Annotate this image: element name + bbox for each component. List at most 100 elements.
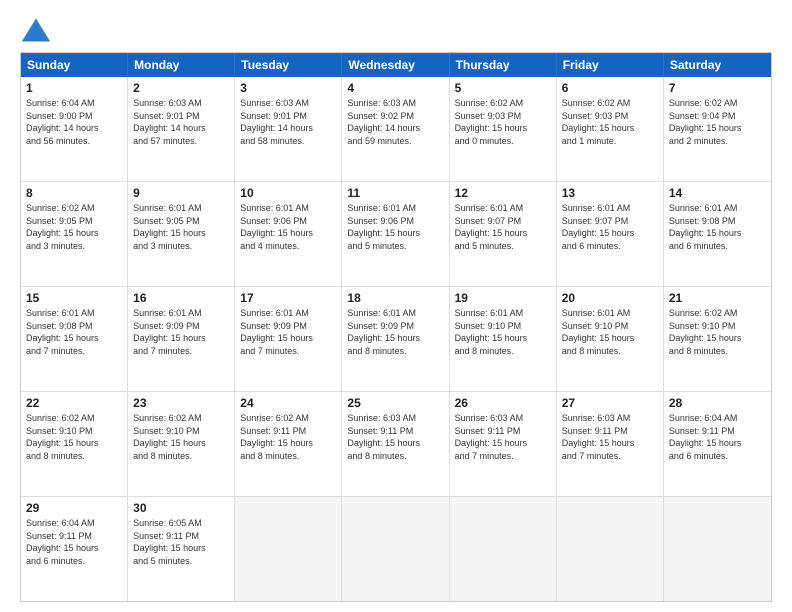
- calendar-cell: [557, 497, 664, 601]
- day-number: 3: [240, 81, 336, 95]
- calendar-cell: 13 Sunrise: 6:01 AMSunset: 9:07 PMDayligh…: [557, 182, 664, 286]
- day-number: 2: [133, 81, 229, 95]
- cell-info: Sunrise: 6:01 AMSunset: 9:05 PMDaylight:…: [133, 202, 229, 252]
- calendar-cell: [342, 497, 449, 601]
- calendar-cell: 24 Sunrise: 6:02 AMSunset: 9:11 PMDayligh…: [235, 392, 342, 496]
- cell-info: Sunrise: 6:01 AMSunset: 9:09 PMDaylight:…: [240, 307, 336, 357]
- calendar-cell: 16Sunrise: 6:01 AMSunset: 9:09 PMDayligh…: [128, 287, 235, 391]
- cell-info: Sunrise: 6:02 AMSunset: 9:10 PMDaylight:…: [669, 307, 766, 357]
- calendar-cell: 11 Sunrise: 6:01 AMSunset: 9:06 PMDayligh…: [342, 182, 449, 286]
- calendar-row: 8 Sunrise: 6:02 AMSunset: 9:05 PMDaylight…: [21, 182, 771, 287]
- cell-info: Sunrise: 6:01 AMSunset: 9:09 PMDaylight:…: [347, 307, 443, 357]
- day-number: 29: [26, 501, 122, 515]
- weekday-header: Saturday: [664, 53, 771, 77]
- cell-info: Sunrise: 6:02 AMSunset: 9:03 PMDaylight:…: [562, 97, 658, 147]
- day-number: 12: [455, 186, 551, 200]
- weekday-header: Monday: [128, 53, 235, 77]
- calendar-cell: 26 Sunrise: 6:03 AMSunset: 9:11 PMDayligh…: [450, 392, 557, 496]
- logo-icon: [20, 16, 52, 44]
- calendar-cell: 22 Sunrise: 6:02 AMSunset: 9:10 PMDayligh…: [21, 392, 128, 496]
- day-number: 11: [347, 186, 443, 200]
- day-number: 24: [240, 396, 336, 410]
- day-number: 15: [26, 291, 122, 305]
- cell-info: Sunrise: 6:01 AMSunset: 9:06 PMDaylight:…: [240, 202, 336, 252]
- calendar-row: 1Sunrise: 6:04 AMSunset: 9:00 PMDaylight…: [21, 77, 771, 182]
- calendar-cell: 5 Sunrise: 6:02 AMSunset: 9:03 PMDaylight…: [450, 77, 557, 181]
- cell-info: Sunrise: 6:01 AMSunset: 9:08 PMDaylight:…: [26, 307, 122, 357]
- cell-info: Sunrise: 6:04 AMSunset: 9:11 PMDaylight:…: [26, 517, 122, 567]
- cell-info: Sunrise: 6:02 AMSunset: 9:03 PMDaylight:…: [455, 97, 551, 147]
- calendar-cell: [235, 497, 342, 601]
- calendar-cell: 6 Sunrise: 6:02 AMSunset: 9:03 PMDaylight…: [557, 77, 664, 181]
- calendar-cell: [450, 497, 557, 601]
- header: [20, 16, 772, 44]
- day-number: 10: [240, 186, 336, 200]
- calendar: SundayMondayTuesdayWednesdayThursdayFrid…: [20, 52, 772, 602]
- day-number: 6: [562, 81, 658, 95]
- calendar-cell: 9 Sunrise: 6:01 AMSunset: 9:05 PMDaylight…: [128, 182, 235, 286]
- cell-info: Sunrise: 6:03 AMSunset: 9:01 PMDaylight:…: [240, 97, 336, 147]
- day-number: 30: [133, 501, 229, 515]
- calendar-cell: 12 Sunrise: 6:01 AMSunset: 9:07 PMDayligh…: [450, 182, 557, 286]
- calendar-cell: 4Sunrise: 6:03 AMSunset: 9:02 PMDaylight…: [342, 77, 449, 181]
- weekday-header: Tuesday: [235, 53, 342, 77]
- calendar-row: 15 Sunrise: 6:01 AMSunset: 9:08 PMDayligh…: [21, 287, 771, 392]
- calendar-cell: 15 Sunrise: 6:01 AMSunset: 9:08 PMDayligh…: [21, 287, 128, 391]
- calendar-cell: 10 Sunrise: 6:01 AMSunset: 9:06 PMDayligh…: [235, 182, 342, 286]
- calendar-cell: 30 Sunrise: 6:05 AMSunset: 9:11 PMDayligh…: [128, 497, 235, 601]
- page: SundayMondayTuesdayWednesdayThursdayFrid…: [0, 0, 792, 612]
- calendar-cell: 29 Sunrise: 6:04 AMSunset: 9:11 PMDayligh…: [21, 497, 128, 601]
- weekday-header: Sunday: [21, 53, 128, 77]
- cell-info: Sunrise: 6:03 AMSunset: 9:11 PMDaylight:…: [455, 412, 551, 462]
- cell-info: Sunrise: 6:02 AMSunset: 9:11 PMDaylight:…: [240, 412, 336, 462]
- cell-info: Sunrise: 6:01 AMSunset: 9:07 PMDaylight:…: [562, 202, 658, 252]
- calendar-cell: 18Sunrise: 6:01 AMSunset: 9:09 PMDayligh…: [342, 287, 449, 391]
- cell-info: Sunrise: 6:01 AMSunset: 9:08 PMDaylight:…: [669, 202, 766, 252]
- calendar-cell: 8 Sunrise: 6:02 AMSunset: 9:05 PMDaylight…: [21, 182, 128, 286]
- day-number: 28: [669, 396, 766, 410]
- day-number: 13: [562, 186, 658, 200]
- day-number: 9: [133, 186, 229, 200]
- day-number: 4: [347, 81, 443, 95]
- calendar-header: SundayMondayTuesdayWednesdayThursdayFrid…: [21, 53, 771, 77]
- calendar-cell: 20 Sunrise: 6:01 AMSunset: 9:10 PMDayligh…: [557, 287, 664, 391]
- day-number: 19: [455, 291, 551, 305]
- calendar-row: 22 Sunrise: 6:02 AMSunset: 9:10 PMDayligh…: [21, 392, 771, 497]
- calendar-cell: 28Sunrise: 6:04 AMSunset: 9:11 PMDayligh…: [664, 392, 771, 496]
- calendar-cell: 3 Sunrise: 6:03 AMSunset: 9:01 PMDaylight…: [235, 77, 342, 181]
- cell-info: Sunrise: 6:01 AMSunset: 9:10 PMDaylight:…: [455, 307, 551, 357]
- day-number: 21: [669, 291, 766, 305]
- day-number: 22: [26, 396, 122, 410]
- logo: [20, 16, 56, 44]
- cell-info: Sunrise: 6:03 AMSunset: 9:11 PMDaylight:…: [347, 412, 443, 462]
- cell-info: Sunrise: 6:01 AMSunset: 9:06 PMDaylight:…: [347, 202, 443, 252]
- calendar-cell: 27 Sunrise: 6:03 AMSunset: 9:11 PMDayligh…: [557, 392, 664, 496]
- calendar-row: 29 Sunrise: 6:04 AMSunset: 9:11 PMDayligh…: [21, 497, 771, 601]
- cell-info: Sunrise: 6:03 AMSunset: 9:11 PMDaylight:…: [562, 412, 658, 462]
- cell-info: Sunrise: 6:02 AMSunset: 9:05 PMDaylight:…: [26, 202, 122, 252]
- calendar-body: 1Sunrise: 6:04 AMSunset: 9:00 PMDaylight…: [21, 77, 771, 601]
- calendar-cell: 7Sunrise: 6:02 AMSunset: 9:04 PMDaylight…: [664, 77, 771, 181]
- calendar-cell: 23 Sunrise: 6:02 AMSunset: 9:10 PMDayligh…: [128, 392, 235, 496]
- weekday-header: Wednesday: [342, 53, 449, 77]
- cell-info: Sunrise: 6:03 AMSunset: 9:01 PMDaylight:…: [133, 97, 229, 147]
- weekday-header: Friday: [557, 53, 664, 77]
- day-number: 26: [455, 396, 551, 410]
- day-number: 23: [133, 396, 229, 410]
- cell-info: Sunrise: 6:05 AMSunset: 9:11 PMDaylight:…: [133, 517, 229, 567]
- cell-info: Sunrise: 6:02 AMSunset: 9:10 PMDaylight:…: [26, 412, 122, 462]
- day-number: 25: [347, 396, 443, 410]
- day-number: 5: [455, 81, 551, 95]
- day-number: 17: [240, 291, 336, 305]
- day-number: 8: [26, 186, 122, 200]
- cell-info: Sunrise: 6:01 AMSunset: 9:10 PMDaylight:…: [562, 307, 658, 357]
- day-number: 27: [562, 396, 658, 410]
- day-number: 16: [133, 291, 229, 305]
- day-number: 1: [26, 81, 122, 95]
- day-number: 20: [562, 291, 658, 305]
- calendar-cell: [664, 497, 771, 601]
- cell-info: Sunrise: 6:02 AMSunset: 9:10 PMDaylight:…: [133, 412, 229, 462]
- calendar-cell: 1Sunrise: 6:04 AMSunset: 9:00 PMDaylight…: [21, 77, 128, 181]
- calendar-cell: 2 Sunrise: 6:03 AMSunset: 9:01 PMDaylight…: [128, 77, 235, 181]
- cell-info: Sunrise: 6:01 AMSunset: 9:07 PMDaylight:…: [455, 202, 551, 252]
